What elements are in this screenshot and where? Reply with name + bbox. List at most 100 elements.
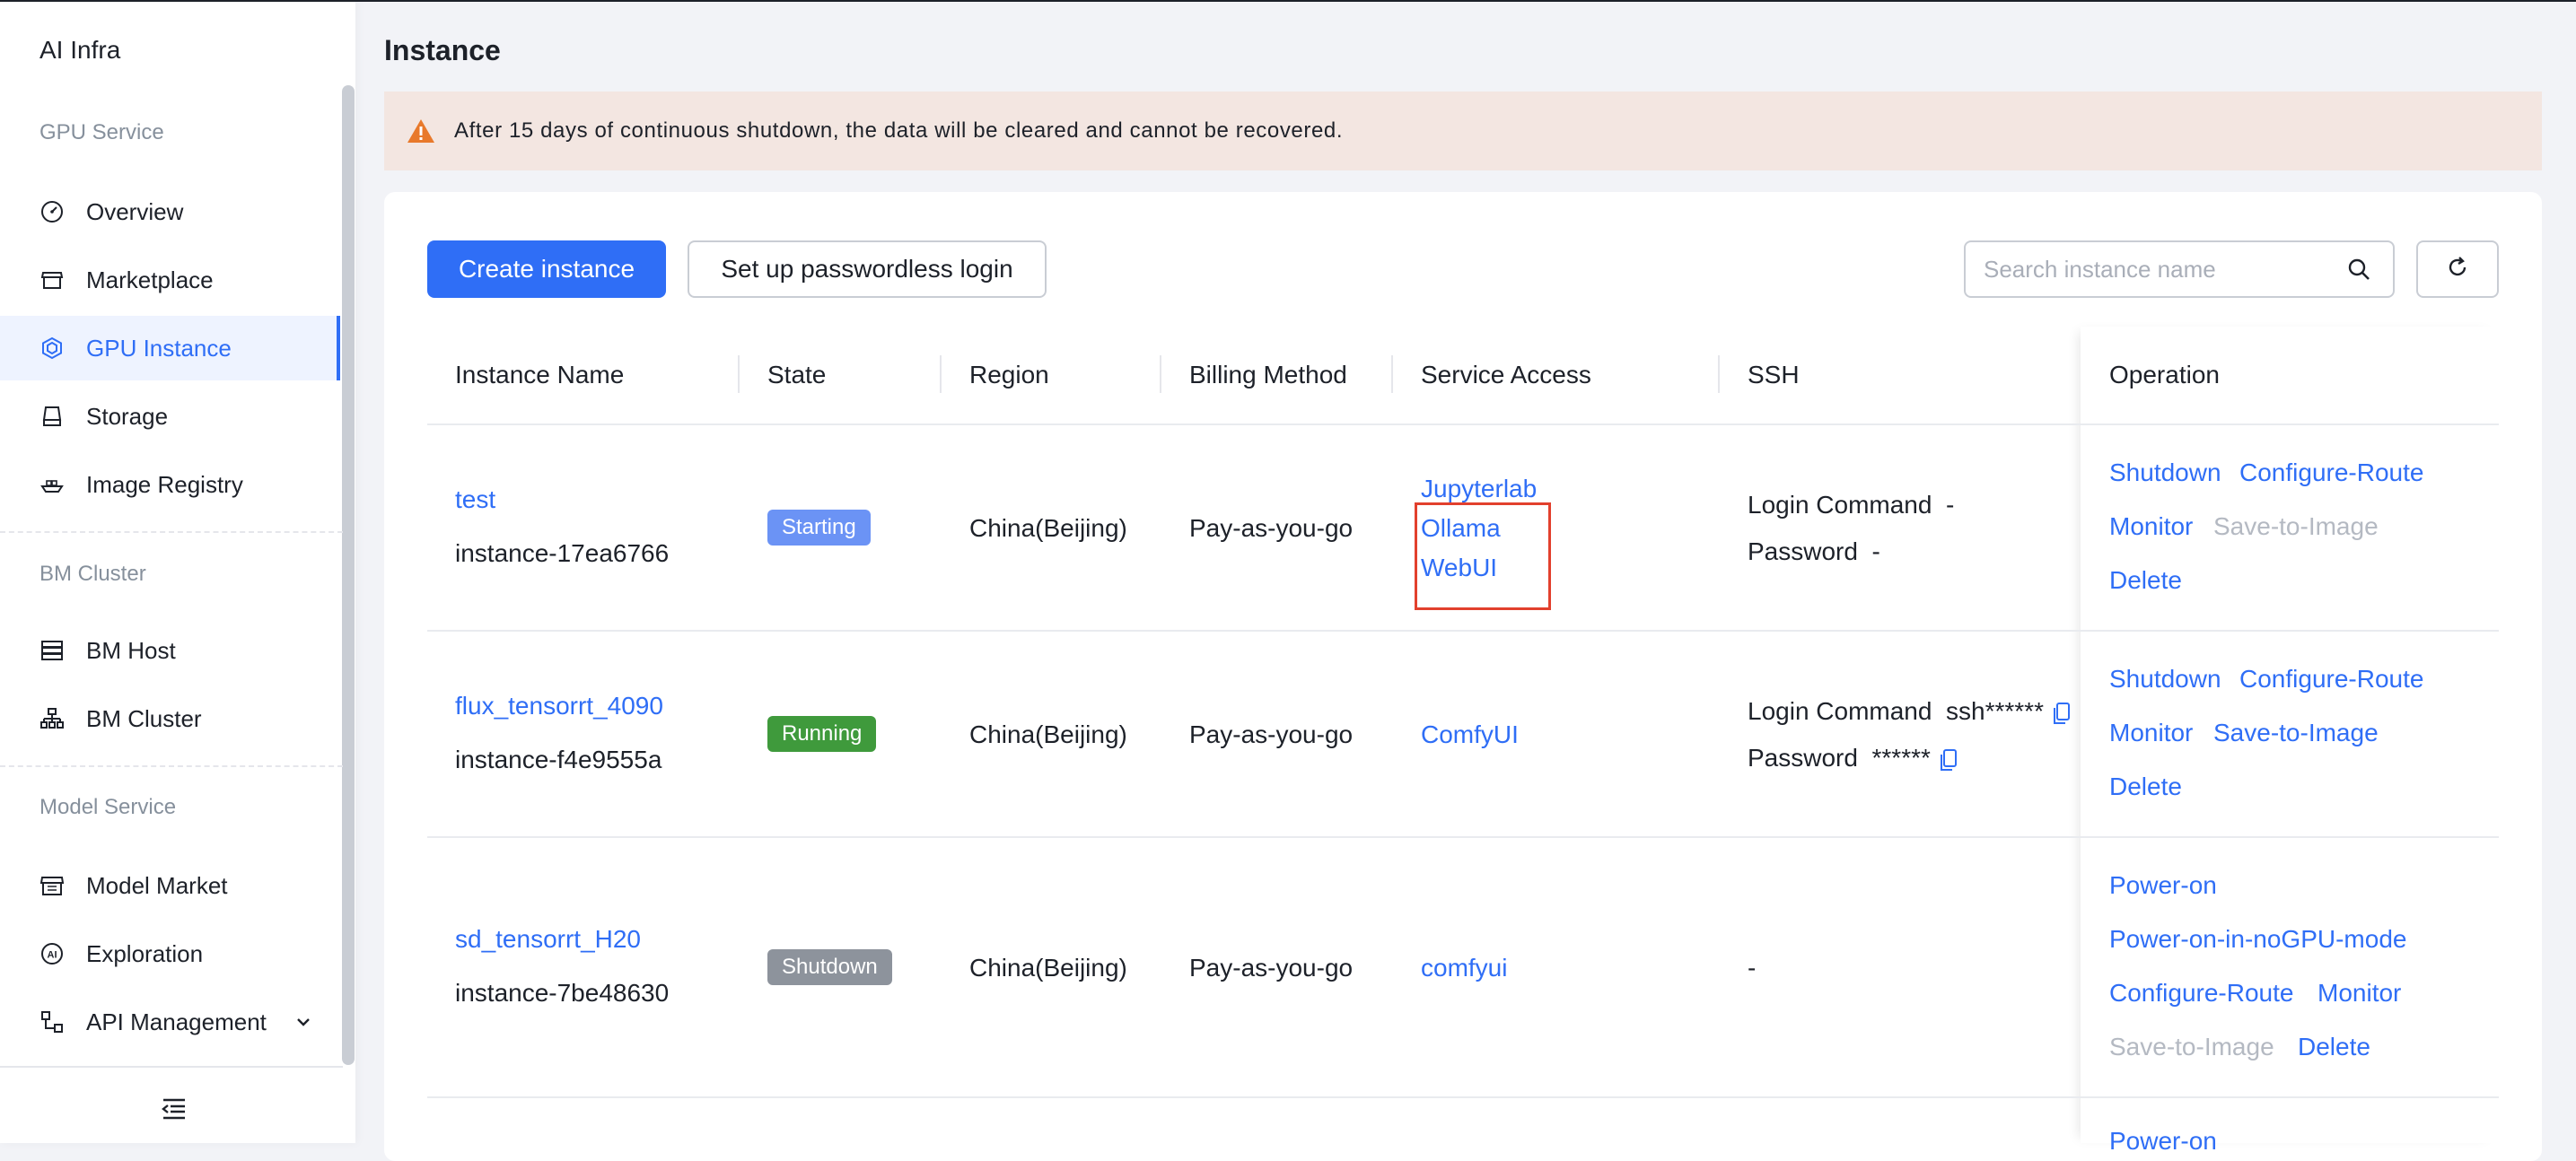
- instance-name-link[interactable]: test: [455, 485, 495, 514]
- column-header-state: State: [767, 361, 827, 388]
- sidebar-item-marketplace[interactable]: Marketplace: [0, 248, 340, 312]
- shutdown-link[interactable]: Shutdown: [2109, 458, 2221, 487]
- sidebar-item-image-registry[interactable]: Image Registry: [0, 452, 340, 517]
- ssh-password: Password ******: [1748, 744, 1958, 773]
- sidebar-item-label: Model Market: [86, 871, 228, 899]
- container-ship-icon: [39, 472, 65, 497]
- ssh-login-label: Login Command: [1748, 697, 1932, 725]
- instance-id: instance-7be48630: [455, 979, 670, 1007]
- ssh-login-value: ssh******: [1946, 697, 2044, 725]
- alert-text: After 15 days of continuous shutdown, th…: [454, 118, 1344, 143]
- row-divider: [427, 630, 2499, 632]
- column-header-region: Region: [969, 361, 1049, 388]
- ssh-password-value: ******: [1871, 744, 1931, 772]
- instance-id: instance-f4e9555a: [455, 746, 662, 773]
- table-header-divider: [427, 423, 2499, 425]
- highlight-box: [1415, 502, 1551, 610]
- power-on-link[interactable]: Power-on: [2109, 1127, 2217, 1156]
- sidebar-item-label: GPU Instance: [86, 334, 232, 362]
- ssh-login-label: Login Command: [1748, 491, 1932, 519]
- shutdown-warning-alert: After 15 days of continuous shutdown, th…: [384, 92, 2542, 170]
- delete-link[interactable]: Delete: [2298, 1033, 2370, 1061]
- chevron-down-icon[interactable]: [293, 1011, 314, 1033]
- sidebar-item-gpu-instance[interactable]: GPU Instance: [0, 316, 340, 380]
- delete-link[interactable]: Delete: [2109, 773, 2182, 801]
- section-title-model-service: Model Service: [39, 795, 177, 819]
- monitor-link[interactable]: Monitor: [2109, 512, 2193, 541]
- column-header-service-access: Service Access: [1421, 361, 1591, 388]
- sidebar-divider: [0, 765, 343, 767]
- sidebar-item-api-management[interactable]: API Management: [0, 990, 340, 1054]
- copy-icon[interactable]: [1940, 748, 1958, 772]
- monitor-link[interactable]: Monitor: [2318, 979, 2401, 1008]
- sidebar-item-storage[interactable]: Storage: [0, 384, 340, 449]
- shutdown-link[interactable]: Shutdown: [2109, 665, 2221, 694]
- sidebar-item-model-market[interactable]: Model Market: [0, 853, 340, 918]
- search-input[interactable]: [1984, 242, 2325, 296]
- instance-name-link[interactable]: sd_tensorrt_H20: [455, 925, 641, 954]
- ssh-empty-value: -: [1748, 954, 1757, 982]
- page-title: Instance: [384, 34, 501, 66]
- store-icon: [39, 267, 65, 292]
- billing-cell: Pay-as-you-go: [1189, 954, 1354, 982]
- service-link-comfyui[interactable]: ComfyUI: [1421, 720, 1519, 749]
- section-title-bm-cluster: BM Cluster: [39, 562, 146, 586]
- market-grid-icon: [39, 873, 65, 898]
- monitor-link[interactable]: Monitor: [2109, 719, 2193, 747]
- sidebar-item-overview[interactable]: Overview: [0, 179, 340, 244]
- brand-title: AI Infra: [39, 36, 121, 64]
- service-link-jupyterlab[interactable]: Jupyterlab: [1421, 475, 1537, 503]
- ssh-password-value: -: [1871, 537, 1880, 565]
- delete-link[interactable]: Delete: [2109, 566, 2182, 595]
- sidebar-item-label: Overview: [86, 197, 184, 225]
- svg-text:AI: AI: [48, 950, 57, 961]
- sidebar-item-bm-host[interactable]: BM Host: [0, 618, 340, 683]
- power-on-nogpu-link[interactable]: Power-on-in-noGPU-mode: [2109, 925, 2406, 954]
- sidebar-item-label: Image Registry: [86, 470, 243, 498]
- save-to-image-link-disabled: Save-to-Image: [2109, 1033, 2274, 1061]
- sidebar-item-exploration[interactable]: AI Exploration: [0, 921, 340, 986]
- column-separator: [1160, 355, 1161, 393]
- column-separator: [738, 355, 740, 393]
- region-cell: China(Beijing): [969, 954, 1127, 982]
- collapse-menu-icon[interactable]: [160, 1096, 188, 1122]
- instance-name-link[interactable]: flux_tensorrt_4090: [455, 692, 663, 720]
- api-nodes-icon: [39, 1009, 65, 1034]
- power-on-link[interactable]: Power-on: [2109, 871, 2217, 900]
- sidebar-item-label: BM Host: [86, 636, 176, 664]
- status-badge: Shutdown: [767, 949, 892, 985]
- configure-route-link[interactable]: Configure-Route: [2239, 665, 2423, 694]
- column-header-ssh: SSH: [1748, 361, 1800, 388]
- column-header-operation: Operation: [2109, 361, 2220, 388]
- sidebar-item-bm-cluster[interactable]: BM Cluster: [0, 686, 340, 751]
- configure-route-link[interactable]: Configure-Route: [2109, 979, 2293, 1008]
- copy-icon[interactable]: [2053, 702, 2071, 725]
- refresh-icon: [2445, 255, 2470, 284]
- service-link-comfyui[interactable]: comfyui: [1421, 954, 1507, 982]
- server-rack-icon: [39, 638, 65, 663]
- ssh-login-command: Login Command ssh******: [1748, 697, 2071, 726]
- billing-cell: Pay-as-you-go: [1189, 720, 1354, 748]
- save-to-image-link[interactable]: Save-to-Image: [2213, 719, 2379, 747]
- sidebar-item-label: Exploration: [86, 939, 204, 967]
- sidebar-item-label: API Management: [86, 1008, 267, 1035]
- ssh-login-value: -: [1946, 491, 1955, 519]
- column-separator: [1718, 355, 1720, 393]
- search-icon[interactable]: [2346, 257, 2371, 282]
- sidebar: AI Infra GPU Service Overview Marketplac…: [0, 0, 355, 1143]
- create-instance-button[interactable]: Create instance: [427, 240, 666, 298]
- gauge-icon: [39, 199, 65, 224]
- column-header-billing-method: Billing Method: [1189, 361, 1347, 388]
- sidebar-scrollbar[interactable]: [342, 85, 355, 1065]
- sidebar-item-label: BM Cluster: [86, 704, 202, 732]
- instance-id: instance-17ea6766: [455, 539, 670, 567]
- sidebar-item-label: Storage: [86, 402, 169, 430]
- billing-cell: Pay-as-you-go: [1189, 514, 1354, 542]
- column-separator: [1391, 355, 1393, 393]
- configure-route-link[interactable]: Configure-Route: [2239, 458, 2423, 487]
- warning-icon: [406, 118, 436, 144]
- sidebar-footer: [0, 1066, 343, 1143]
- passwordless-login-button[interactable]: Set up passwordless login: [688, 240, 1047, 298]
- window-top-border: [0, 0, 2576, 2]
- refresh-button[interactable]: [2416, 240, 2499, 298]
